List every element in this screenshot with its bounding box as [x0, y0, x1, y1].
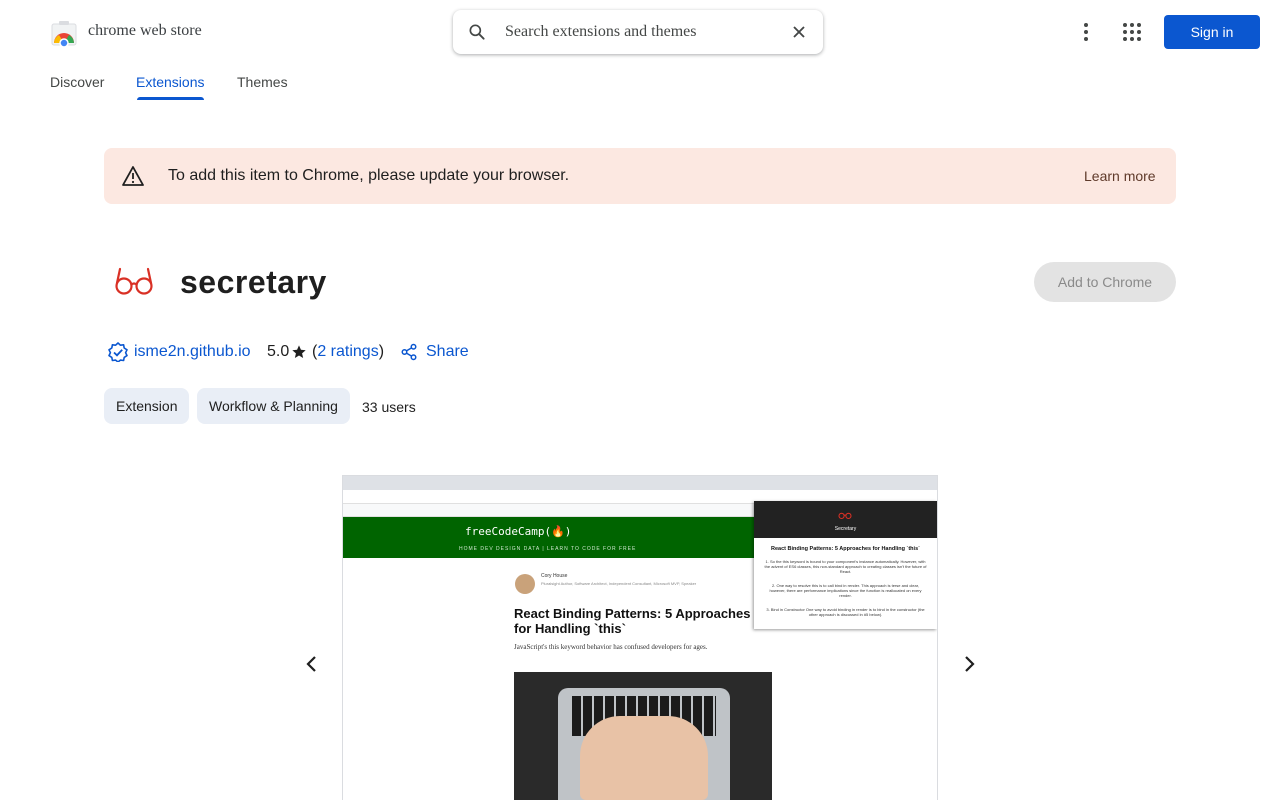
- tab-discover[interactable]: Discover: [50, 74, 104, 90]
- share-icon[interactable]: [400, 343, 418, 361]
- tab-themes[interactable]: Themes: [237, 74, 288, 90]
- header: chrome web store Sign in: [0, 0, 1280, 64]
- close-icon[interactable]: [789, 22, 809, 42]
- chevron-right-icon[interactable]: [957, 652, 981, 676]
- popup-summary-2: 2. One way to resolve this is to call bi…: [769, 583, 922, 598]
- active-tab-indicator: [137, 97, 204, 100]
- mock-extension-popup: Secretary React Binding Patterns: 5 Appr…: [754, 501, 937, 629]
- chip-category[interactable]: Workflow & Planning: [197, 388, 350, 424]
- popup-title: React Binding Patterns: 5 Approaches for…: [771, 546, 920, 552]
- mock-site-nav: HOME DEV DESIGN DATA | LEARN TO CODE FOR…: [459, 546, 637, 552]
- tab-extensions[interactable]: Extensions: [136, 74, 204, 90]
- search-input[interactable]: [505, 20, 775, 44]
- mock-article-subtitle: JavaScript's this keyword behavior has c…: [514, 643, 708, 651]
- user-count: 33 users: [362, 399, 416, 415]
- warning-icon: [122, 166, 144, 186]
- glasses-icon: [115, 267, 153, 295]
- popup-name: Secretary: [834, 526, 857, 532]
- search-box[interactable]: [453, 10, 823, 54]
- ratings-link[interactable]: 2 ratings: [317, 343, 378, 360]
- mock-article-title: React Binding Patterns: 5 Approaches for…: [514, 606, 751, 636]
- update-browser-banner: To add this item to Chrome, please updat…: [104, 148, 1176, 204]
- banner-message: To add this item to Chrome, please updat…: [168, 167, 570, 184]
- rating-value: 5.0: [267, 343, 290, 360]
- avatar: [515, 574, 535, 594]
- ratings-count: (2 ratings): [312, 343, 385, 360]
- mock-article-photo: [514, 672, 772, 800]
- add-to-chrome-button[interactable]: Add to Chrome: [1034, 262, 1176, 302]
- publisher-link[interactable]: isme2n.github.io: [134, 343, 251, 361]
- mock-site-title: freeCodeCamp(🔥): [465, 525, 572, 538]
- mock-author-bio: Pluralsight Author, Software Architect, …: [541, 581, 697, 586]
- extension-title: secretary: [180, 264, 327, 300]
- mock-browser-tabbar: [343, 476, 937, 490]
- search-icon[interactable]: [467, 22, 487, 42]
- chip-extension[interactable]: Extension: [104, 388, 190, 424]
- popup-header: Secretary: [754, 501, 937, 538]
- sign-in-button[interactable]: Sign in: [1164, 15, 1260, 49]
- chrome-web-store-logo[interactable]: [50, 19, 78, 47]
- share-button[interactable]: Share: [426, 343, 469, 361]
- glasses-icon: [838, 512, 852, 519]
- more-vert-icon[interactable]: [1074, 20, 1098, 44]
- screenshot-image[interactable]: freeCodeCamp(🔥) HOME DEV DESIGN DATA | L…: [343, 476, 937, 800]
- star-icon: [292, 345, 306, 358]
- brand-name[interactable]: chrome web store: [88, 22, 202, 40]
- learn-more-link[interactable]: Learn more: [1084, 168, 1156, 184]
- apps-icon[interactable]: [1120, 20, 1144, 44]
- chevron-left-icon[interactable]: [300, 652, 324, 676]
- popup-summary-1: 1. So the this keyword is bound to your …: [764, 559, 927, 574]
- mock-author: Cory House: [541, 573, 568, 579]
- hands-graphic: [580, 716, 708, 800]
- verified-icon: [108, 342, 128, 362]
- popup-summary-3: 3. Bind in Constructor One way to avoid …: [766, 607, 925, 617]
